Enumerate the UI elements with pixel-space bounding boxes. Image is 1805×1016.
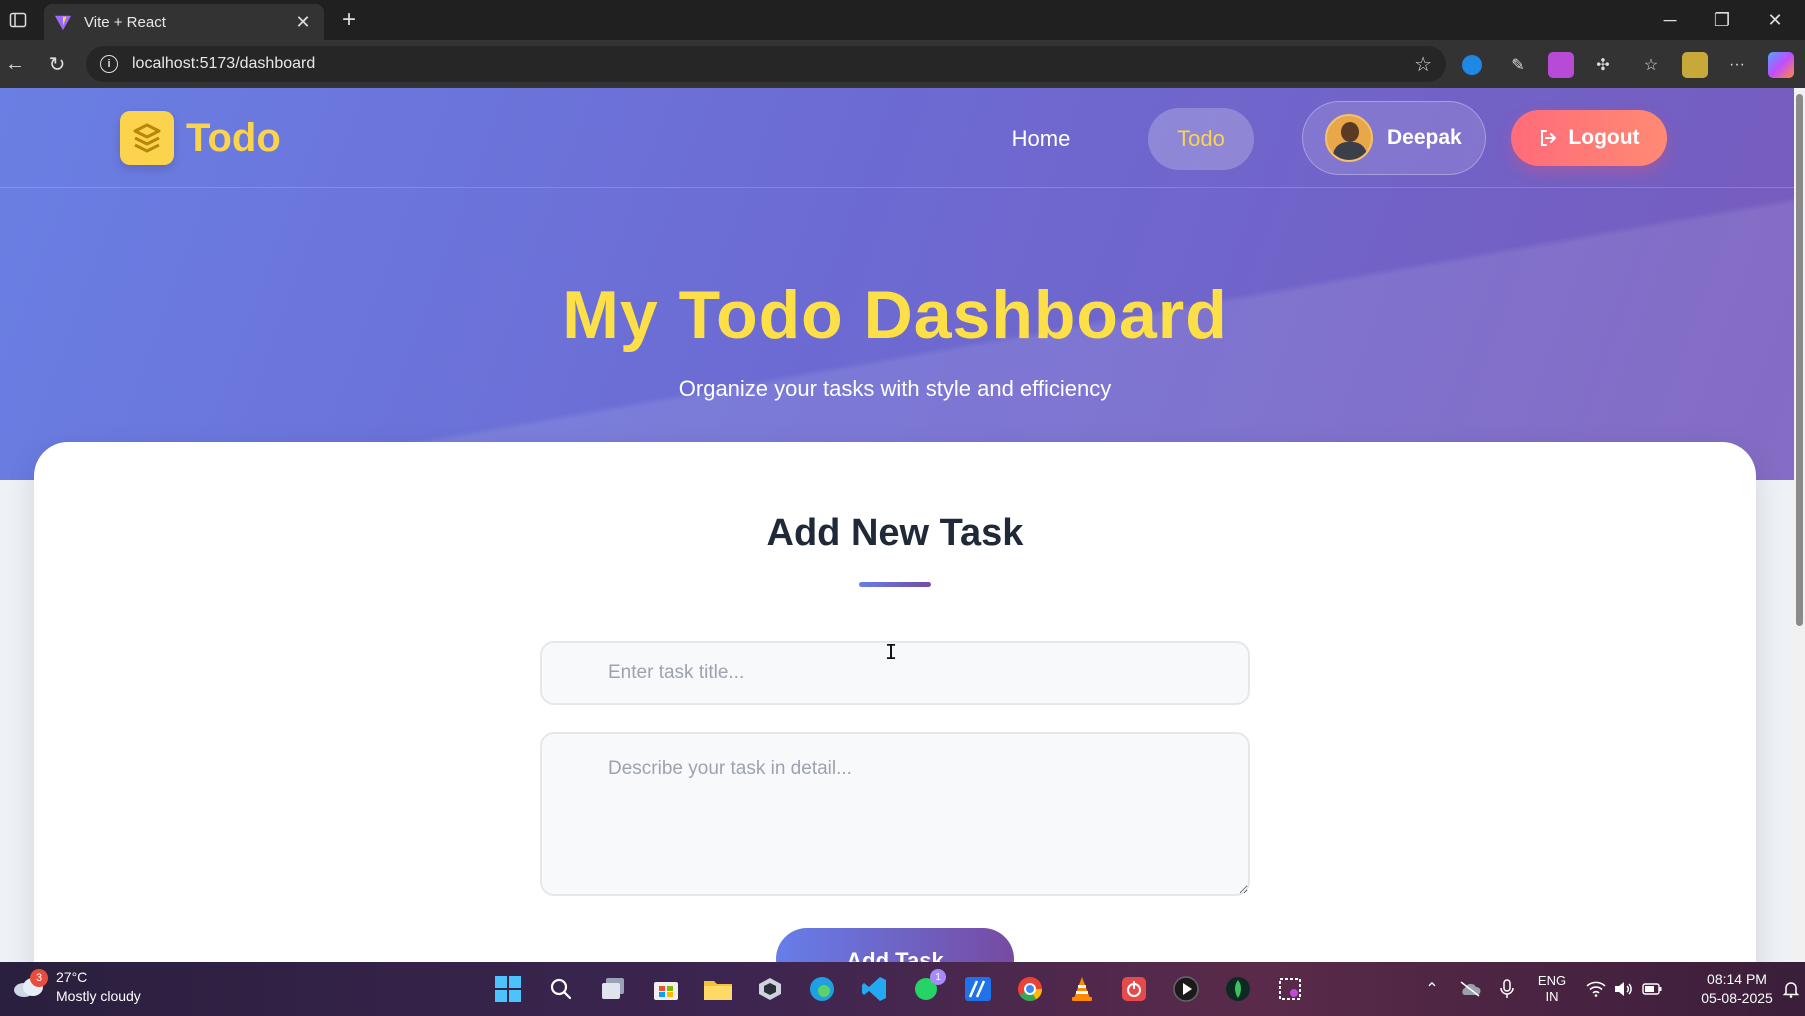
page-subtitle: Organize your tasks with style and effic…	[678, 376, 1112, 401]
windows-start-icon[interactable]	[490, 971, 526, 1007]
weather-desc: Mostly cloudy	[56, 988, 141, 1004]
system-clock[interactable]: 08:14 PM 05-08-2025	[1692, 970, 1782, 1008]
user-name: Deepak	[1387, 126, 1462, 149]
battery-icon[interactable]	[1640, 962, 1664, 1016]
add-task-card: Add New Task Add Task	[34, 442, 1756, 962]
extension-purple-icon[interactable]	[1548, 52, 1574, 78]
snipping-tool-icon[interactable]	[1272, 971, 1308, 1007]
tab-actions-icon[interactable]	[4, 6, 32, 34]
copilot-icon[interactable]	[1768, 52, 1794, 78]
task-view-icon[interactable]	[596, 971, 632, 1007]
more-menu-icon[interactable]: ···	[1724, 52, 1750, 78]
avatar	[1325, 114, 1373, 162]
nav-todo-link[interactable]: Todo	[1148, 108, 1254, 170]
close-window-icon[interactable]: ✕	[1750, 0, 1800, 40]
language-indicator[interactable]: ENG IN	[1530, 962, 1574, 1016]
media-player-icon[interactable]	[1168, 971, 1204, 1007]
logout-label: Logout	[1568, 126, 1640, 149]
unity-app-icon[interactable]	[752, 971, 788, 1007]
weather-badge: 3	[30, 969, 48, 987]
browser-tab[interactable]: Vite + React ✕	[44, 4, 324, 40]
whatsapp-icon[interactable]: 1	[908, 969, 946, 1007]
back-icon[interactable]: ←	[0, 49, 30, 79]
store-icon[interactable]	[648, 971, 684, 1007]
extensions-puzzle-icon[interactable]: ✣	[1590, 52, 1616, 78]
whatsapp-badge: 1	[930, 969, 946, 985]
mongodb-icon[interactable]	[1220, 971, 1256, 1007]
volume-icon[interactable]	[1612, 962, 1636, 1016]
app-logo[interactable]: Todo	[120, 111, 281, 165]
chrome-icon[interactable]	[1012, 971, 1048, 1007]
clock-time: 08:14 PM	[1707, 971, 1767, 987]
cloud-icon: 3	[12, 969, 48, 999]
language-code: ENG	[1537, 973, 1567, 988]
url-text: localhost:5173/dashboard	[132, 55, 316, 72]
browser-toolbar: ← ↻ i localhost:5173/dashboard ☆ ✎ ✣ ☆ ·…	[0, 40, 1805, 88]
clock-date: 05-08-2025	[1701, 990, 1773, 1006]
tray-expand-icon[interactable]: ⌃	[1420, 962, 1444, 1016]
vlc-icon[interactable]	[1064, 971, 1100, 1007]
text-cursor-icon: I	[885, 640, 898, 664]
windows-taskbar: 3 27°C Mostly cloudy 1 ⌃ ENG IN 08:14 PM…	[0, 962, 1805, 1016]
page-title: My Todo Dashboard	[562, 277, 1228, 353]
tab-title: Vite + React	[84, 13, 166, 31]
favorites-icon[interactable]: ☆	[1638, 52, 1664, 78]
user-profile[interactable]: Deepak	[1302, 101, 1486, 175]
language-region: IN	[1545, 989, 1559, 1004]
add-task-heading: Add New Task	[766, 512, 1024, 554]
task-description-input[interactable]	[540, 732, 1250, 896]
logout-button[interactable]: Logout	[1511, 110, 1667, 166]
vscode-icon[interactable]	[856, 971, 892, 1007]
wifi-icon[interactable]	[1584, 962, 1608, 1016]
add-task-button[interactable]: Add Task	[776, 928, 1014, 962]
site-info-icon[interactable]: i	[100, 55, 118, 73]
page-scrollbar[interactable]	[1794, 88, 1805, 962]
nav-home-link[interactable]: Home	[980, 108, 1102, 170]
calculator-icon[interactable]	[1682, 52, 1708, 78]
edge-browser-icon[interactable]	[804, 971, 840, 1007]
minimize-icon[interactable]: ─	[1645, 0, 1695, 40]
file-explorer-icon[interactable]	[700, 971, 736, 1007]
notifications-icon[interactable]	[1780, 962, 1802, 1016]
logo-text: Todo	[186, 115, 281, 160]
azure-app-icon[interactable]	[960, 971, 996, 1007]
onedrive-offline-icon[interactable]	[1457, 962, 1483, 1016]
page-viewport: Todo Home Todo Deepak Logout My Todo Das…	[0, 88, 1794, 962]
microphone-icon[interactable]	[1496, 962, 1518, 1016]
logout-icon	[1541, 130, 1557, 146]
layers-icon	[120, 111, 174, 165]
power-app-icon[interactable]	[1116, 971, 1152, 1007]
scrollbar-thumb[interactable]	[1796, 94, 1803, 626]
weather-temp: 27°C	[56, 969, 88, 985]
vite-logo-icon	[54, 15, 72, 31]
weather-widget[interactable]: 3 27°C Mostly cloudy	[12, 968, 141, 1006]
address-bar[interactable]: i localhost:5173/dashboard ☆	[86, 46, 1446, 82]
heading-underline	[859, 582, 931, 587]
close-tab-icon[interactable]: ✕	[292, 12, 314, 33]
extension-shield-icon[interactable]	[1462, 55, 1482, 75]
favorite-star-icon[interactable]: ☆	[1414, 52, 1432, 77]
hero-section: Todo Home Todo Deepak Logout My Todo Das…	[0, 88, 1794, 480]
app-navbar: Todo Home Todo Deepak Logout	[0, 88, 1794, 188]
search-icon[interactable]	[543, 971, 579, 1007]
browser-tab-bar: Vite + React ✕ + ─ ❐ ✕	[0, 0, 1805, 40]
eyedropper-icon[interactable]: ✎	[1505, 52, 1531, 78]
refresh-icon[interactable]: ↻	[42, 49, 72, 79]
restore-icon[interactable]: ❐	[1697, 0, 1747, 40]
new-tab-icon[interactable]: +	[334, 6, 364, 34]
